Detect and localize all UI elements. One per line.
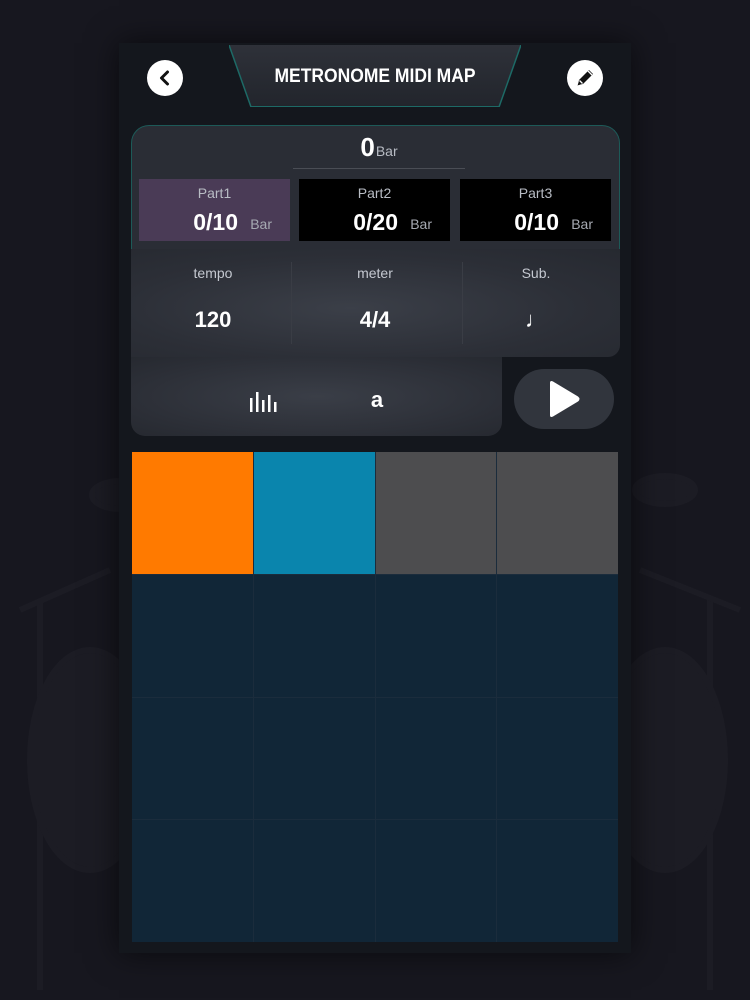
drum-pad[interactable] (375, 574, 497, 697)
drum-pad[interactable] (253, 697, 375, 820)
drum-pad[interactable] (497, 820, 618, 942)
tempo-label: tempo (193, 265, 233, 281)
drum-pad[interactable] (375, 452, 497, 574)
part-label: Part1 (197, 185, 232, 201)
part-value: 0/10 (514, 209, 559, 235)
drum-pad[interactable] (497, 697, 618, 820)
part-value: 0/20 (353, 209, 398, 235)
subdivision-control[interactable]: Sub. ♩ (456, 249, 616, 357)
part-label: Part3 (518, 185, 553, 201)
part-3-button[interactable]: Part3 0/10 Bar (460, 179, 611, 241)
volume-levels-button[interactable] (242, 380, 282, 420)
bar-counter-value: 0 (360, 132, 375, 162)
drum-pad[interactable] (253, 574, 375, 697)
drum-pad[interactable] (132, 452, 253, 574)
part-unit: Bar (250, 216, 272, 232)
drum-pad[interactable] (132, 697, 253, 820)
part-unit: Bar (571, 216, 593, 232)
drum-pad[interactable] (497, 452, 618, 574)
tempo-value: 120 (194, 307, 232, 332)
part-2-button[interactable]: Part2 0/20 Bar (299, 179, 450, 241)
bar-levels-icon (250, 392, 277, 412)
part-value: 0/10 (193, 209, 238, 235)
page-title: METRONOME MIDI MAP (274, 66, 476, 87)
drum-pad[interactable] (132, 820, 253, 942)
drum-pad[interactable] (132, 574, 253, 697)
drum-pad[interactable] (497, 574, 618, 697)
meter-label: meter (357, 265, 393, 281)
accent-button[interactable]: a (347, 380, 407, 420)
bar-counter-unit: Bar (375, 143, 398, 159)
play-button[interactable] (514, 369, 614, 429)
meter-control[interactable]: meter 4/4 (295, 249, 455, 357)
bar-counter: 0Bar (293, 132, 465, 169)
pencil-icon (577, 70, 593, 86)
drum-pad[interactable] (375, 697, 497, 820)
pad-grid (132, 452, 618, 942)
chevron-left-icon (160, 70, 169, 86)
subdivision-label: Sub. (521, 265, 551, 281)
part-label: Part2 (357, 185, 392, 201)
part-1-button[interactable]: Part1 0/10 Bar (139, 179, 290, 241)
drum-pad[interactable] (375, 820, 497, 942)
part-unit: Bar (410, 216, 432, 232)
back-button[interactable] (147, 60, 183, 96)
play-icon (550, 381, 580, 417)
meter-value: 4/4 (359, 307, 391, 332)
drum-pad[interactable] (253, 452, 375, 574)
quarter-note-icon: ♩ (525, 307, 547, 332)
controls-panel (131, 357, 502, 436)
drum-pad[interactable] (253, 820, 375, 942)
tempo-control[interactable]: tempo 120 (133, 249, 293, 357)
edit-button[interactable] (567, 60, 603, 96)
